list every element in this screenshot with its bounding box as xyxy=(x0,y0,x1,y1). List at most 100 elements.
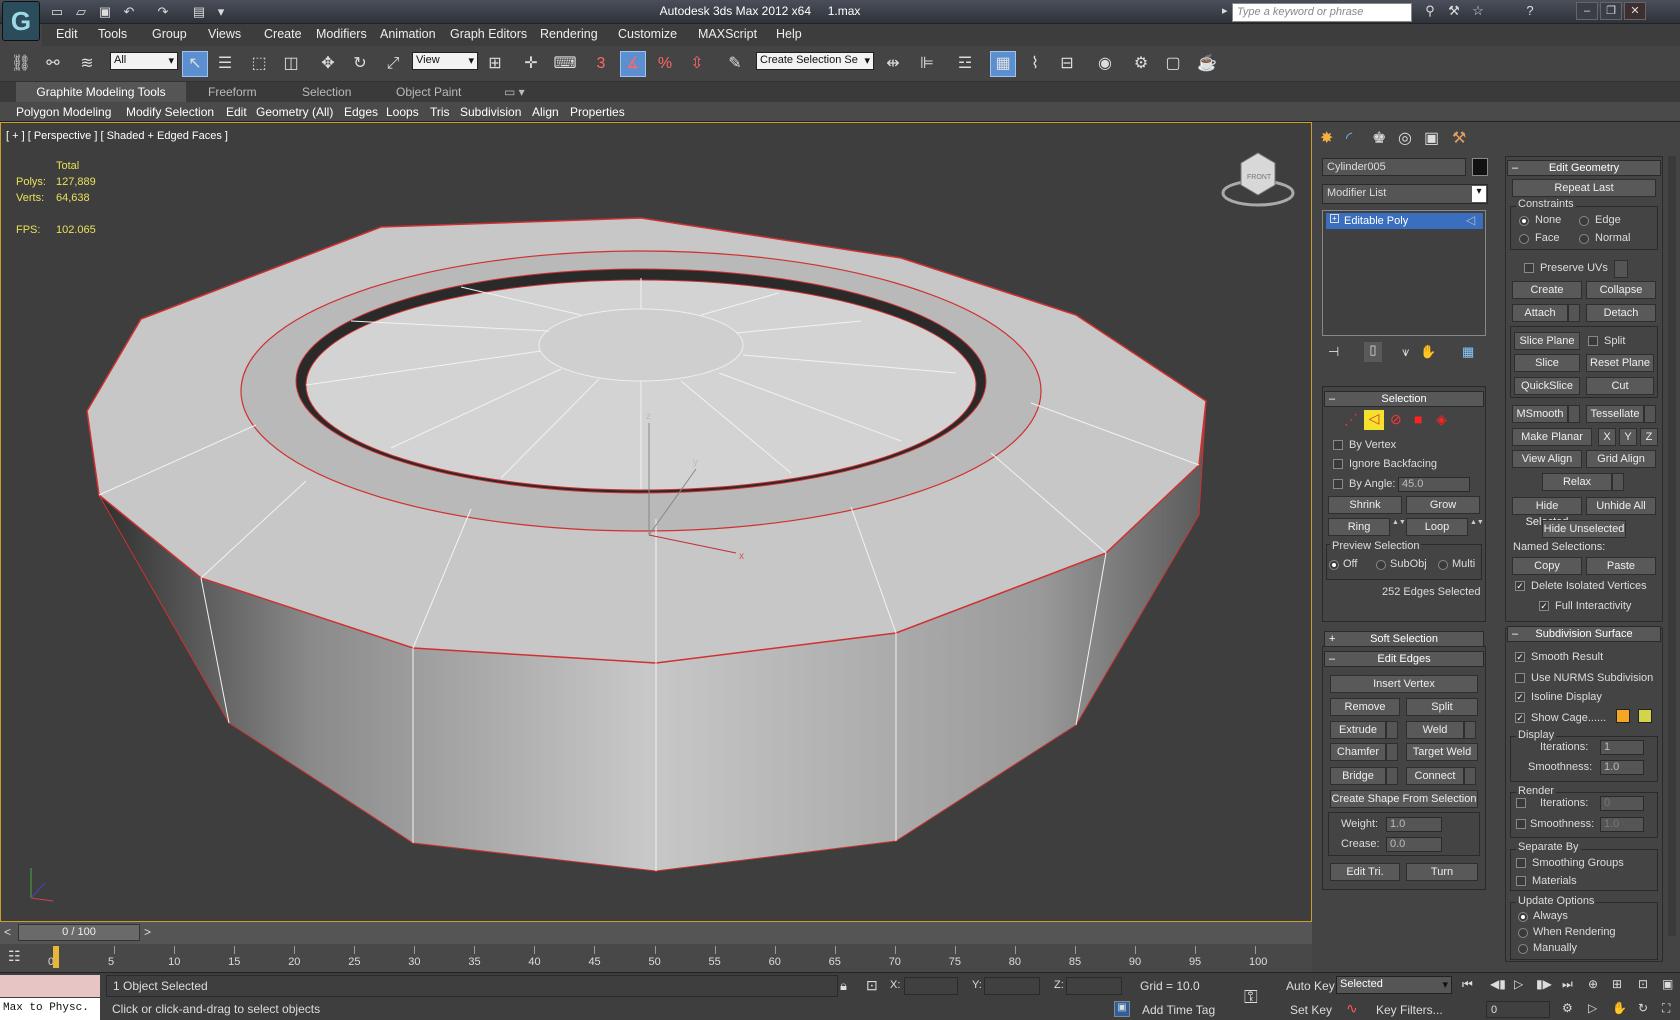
fov-icon[interactable]: ▷ xyxy=(1588,1001,1597,1015)
ribbon-align[interactable]: Align xyxy=(532,105,559,119)
z-coord-field[interactable] xyxy=(1066,977,1122,995)
hide-selected-button[interactable]: Hide Selected xyxy=(1512,497,1582,528)
goto-end-icon[interactable]: ⏭ xyxy=(1562,977,1573,992)
stack-item-editable-poly[interactable]: Editable Poly xyxy=(1326,213,1483,229)
view-align-button[interactable]: View Align xyxy=(1512,450,1582,468)
schematic-view-icon[interactable]: ⊟ xyxy=(1054,51,1080,77)
orbit-icon[interactable]: ↻ xyxy=(1638,1001,1648,1015)
bind-space-warp-icon[interactable]: ≋ xyxy=(74,51,100,77)
ribbon-subdivision[interactable]: Subdivision xyxy=(460,105,521,119)
zoom-extents-icon[interactable]: ⊡ xyxy=(1638,977,1648,991)
save-icon[interactable]: ▣ xyxy=(96,3,114,21)
relax-button[interactable]: Relax xyxy=(1542,473,1612,491)
ribbon-modify-selection[interactable]: Modify Selection xyxy=(126,105,214,119)
menu-modifiers[interactable]: Modifiers xyxy=(316,27,367,41)
tab-graphite-modeling-tools[interactable]: Graphite Modeling Tools xyxy=(16,82,186,102)
menu-create[interactable]: Create xyxy=(264,27,302,41)
key-filters-button[interactable]: Key Filters... xyxy=(1376,1003,1443,1017)
track-bar[interactable]: ☷ 0 5 10 15 20 25 30 35 40 45 50 55 60 65 70 75 80 85 90 95… xyxy=(0,944,1312,972)
set-key-button[interactable]: Set Key xyxy=(1290,1003,1332,1017)
preserve-uvs-checkbox[interactable] xyxy=(1524,263,1534,273)
scale-icon[interactable]: ⤢ xyxy=(380,51,406,77)
copy-button[interactable]: Copy xyxy=(1512,557,1582,575)
add-time-tag[interactable]: Add Time Tag xyxy=(1142,1003,1215,1017)
tab-object-paint[interactable]: Object Paint xyxy=(396,85,461,99)
smoothing-groups-checkbox[interactable] xyxy=(1516,858,1526,868)
prev-frame-icon[interactable]: ◀▮ xyxy=(1490,977,1506,991)
menu-help[interactable]: Help xyxy=(776,27,802,41)
display-iterations-spinner[interactable]: 1 xyxy=(1600,740,1644,755)
constraint-normal-radio[interactable] xyxy=(1579,234,1589,244)
cage-selection-color-swatch[interactable] xyxy=(1638,709,1652,723)
selection-filter-dropdown[interactable]: All xyxy=(110,52,178,70)
render-smoothness-spinner[interactable]: 1.0 xyxy=(1600,817,1644,832)
edit-named-selection-icon[interactable]: ✎ xyxy=(722,51,748,77)
auto-key-button[interactable]: Auto Key xyxy=(1286,979,1335,993)
reference-coordinate-dropdown[interactable]: View xyxy=(412,52,478,70)
search-input[interactable]: Type a keyword or phrase xyxy=(1232,3,1412,22)
zoom-all-icon[interactable]: ⊞ xyxy=(1612,977,1622,991)
attach-settings-button[interactable] xyxy=(1568,304,1580,322)
hierarchy-tab-icon[interactable]: ♚ xyxy=(1372,128,1386,148)
select-manipulate-icon[interactable]: ✛ xyxy=(518,51,544,77)
x-coord-field[interactable] xyxy=(904,977,958,995)
loop-button[interactable]: Loop xyxy=(1406,518,1468,536)
show-cage-checkbox[interactable]: ✓ xyxy=(1515,713,1525,723)
render-iterations-checkbox[interactable] xyxy=(1516,798,1526,808)
ribbon-properties[interactable]: Properties xyxy=(570,105,625,119)
help-icon[interactable]: ? xyxy=(1520,3,1540,21)
remove-button[interactable]: Remove xyxy=(1330,698,1400,716)
crease-spinner[interactable]: 0.0 xyxy=(1386,837,1442,852)
rect-selection-region-icon[interactable]: ⬚ xyxy=(246,51,272,77)
create-button[interactable]: Create xyxy=(1512,281,1582,299)
relax-settings-button[interactable] xyxy=(1612,473,1624,491)
menu-maxscript[interactable]: MAXScript xyxy=(698,27,757,41)
ring-button[interactable]: Ring xyxy=(1328,518,1390,536)
object-color-swatch[interactable] xyxy=(1472,158,1488,176)
weight-spinner[interactable]: 1.0 xyxy=(1386,817,1442,832)
ribbon-options-icon[interactable]: ▭ ▾ xyxy=(504,85,525,99)
ribbon-geometry-all[interactable]: Geometry (All) xyxy=(256,105,333,119)
unlink-icon[interactable]: ⚯ xyxy=(40,51,66,77)
paste-button[interactable]: Paste xyxy=(1586,557,1656,575)
split-checkbox[interactable] xyxy=(1588,336,1598,346)
chamfer-settings-button[interactable] xyxy=(1386,743,1398,761)
make-unique-icon[interactable]: ⩛ xyxy=(1402,344,1409,360)
modify-tab-icon[interactable]: ◜ xyxy=(1346,128,1352,148)
select-by-name-icon[interactable]: ☰ xyxy=(212,51,238,77)
menu-views[interactable]: Views xyxy=(208,27,241,41)
utilities-tab-icon[interactable]: ⚒ xyxy=(1452,128,1466,148)
unhide-all-button[interactable]: Unhide All xyxy=(1586,497,1656,515)
hide-unselected-button[interactable]: Hide Unselected xyxy=(1542,520,1626,538)
vertex-level-icon[interactable]: ⋰ xyxy=(1344,411,1358,428)
cage-color-swatch[interactable] xyxy=(1616,709,1630,723)
next-frame-icon[interactable]: ▮▶ xyxy=(1536,977,1552,991)
named-selection-sets-dropdown[interactable]: Create Selection Se xyxy=(756,52,874,70)
layer-manager-icon[interactable]: ☲ xyxy=(952,51,978,77)
graphite-toggle-icon[interactable]: ▦ xyxy=(990,51,1016,77)
close-button[interactable]: ✕ xyxy=(1624,2,1646,20)
key-curve-icon[interactable]: ∿ xyxy=(1346,1000,1358,1017)
planar-x-button[interactable]: X xyxy=(1598,428,1616,446)
time-config-icon[interactable]: ⚙ xyxy=(1562,1001,1573,1015)
move-icon[interactable]: ✥ xyxy=(315,51,341,77)
ribbon-edges[interactable]: Edges xyxy=(344,105,378,119)
attach-button[interactable]: Attach xyxy=(1512,304,1568,322)
edit-geometry-rollout-header[interactable]: – Edit Geometry xyxy=(1507,160,1661,176)
mirror-icon[interactable]: ⇹ xyxy=(880,51,906,77)
grow-button[interactable]: Grow xyxy=(1406,496,1480,514)
preview-off-radio[interactable] xyxy=(1329,560,1339,570)
reset-plane-button[interactable]: Reset Plane xyxy=(1586,354,1654,372)
render-setup-icon[interactable]: ⚙ xyxy=(1128,51,1154,77)
link-icon[interactable]: ⛓ xyxy=(8,51,34,77)
by-vertex-checkbox[interactable] xyxy=(1333,440,1343,450)
time-tag-icon[interactable]: ▣ xyxy=(1114,1001,1130,1017)
tab-selection[interactable]: Selection xyxy=(302,85,351,99)
target-weld-button[interactable]: Target Weld xyxy=(1406,743,1478,761)
object-name-field[interactable]: Cylinder005 xyxy=(1322,158,1466,176)
show-end-result-icon[interactable]: ◁ xyxy=(1466,213,1475,227)
binoculars-icon[interactable]: ⚲ xyxy=(1420,3,1440,21)
zoom-icon[interactable]: ⊕ xyxy=(1588,977,1598,991)
preserve-uvs-settings-button[interactable] xyxy=(1614,260,1628,278)
play-icon[interactable]: ▷ xyxy=(1514,977,1523,991)
